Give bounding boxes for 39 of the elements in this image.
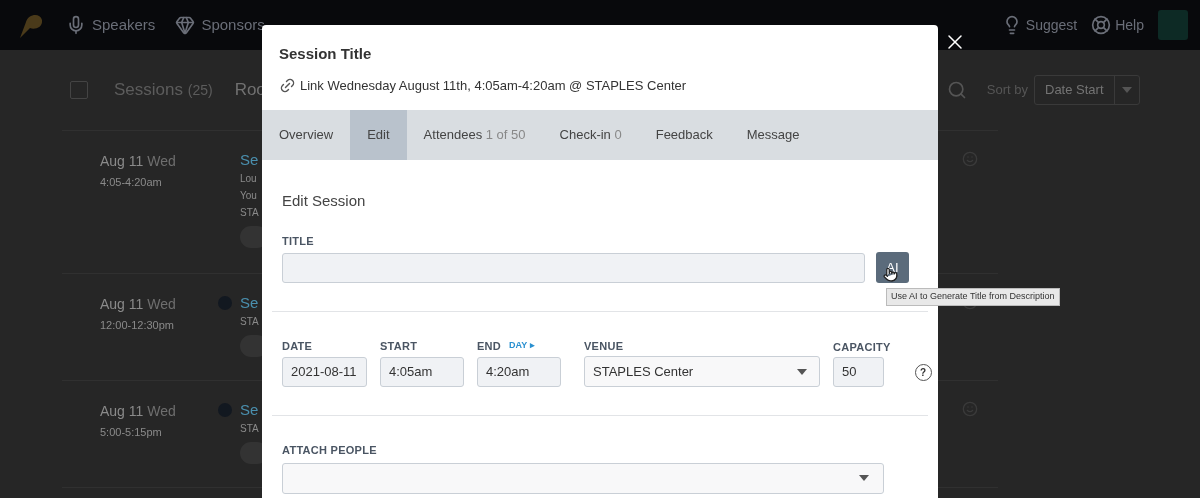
field-label: VENUE — [584, 339, 625, 352]
tab[interactable]: Message — [729, 110, 817, 160]
tab[interactable]: Check-in 0 — [542, 110, 639, 160]
sort-select[interactable]: Date Start — [1034, 75, 1140, 105]
session-detail: STA — [240, 422, 260, 436]
end-input[interactable]: 4:20am — [477, 357, 561, 387]
field-label: END — [477, 338, 502, 354]
capacity-input[interactable]: 50 — [833, 357, 884, 387]
nav-link[interactable]: Sponsors — [175, 13, 265, 37]
start-input[interactable]: 4:05am — [380, 357, 464, 387]
session-detail: You — [240, 189, 258, 203]
nav-link[interactable]: Suggest — [1001, 14, 1078, 36]
nav-link[interactable]: Speakers — [66, 13, 156, 37]
modal-title: Session Title — [279, 44, 373, 64]
session-time: 4:05-4:20am — [100, 175, 163, 190]
tab[interactable]: Feedback — [638, 110, 730, 160]
tooltip: Use AI to Generate Title from Description — [886, 288, 1060, 306]
field-label: CAPACITY — [833, 340, 891, 353]
session-time: 5:00-5:15pm — [100, 425, 163, 440]
day-link[interactable]: DAY ▸ — [509, 339, 535, 353]
tab[interactable]: Edit — [350, 110, 407, 160]
nav-link[interactable]: Help — [1091, 14, 1144, 36]
field-label: START — [380, 338, 418, 354]
field-label: ATTACH PEOPLE — [282, 443, 378, 458]
session-subtitle: Link Wednesday August 11th, 4:05am-4:20am @ STAPLES Center — [300, 76, 687, 95]
session-time: 12:00-12:30pm — [100, 318, 175, 333]
session-date: Aug 11 Wed — [100, 402, 177, 421]
venue-select[interactable]: STAPLES Center — [584, 356, 820, 387]
session-detail: STA — [240, 315, 260, 329]
field-label: TITLE — [282, 233, 315, 249]
session-date: Aug 11 Wed — [100, 152, 177, 171]
session-detail: STA — [240, 206, 260, 220]
date-input[interactable]: 2021-08-11 — [282, 357, 367, 387]
tab[interactable]: Overview — [262, 110, 351, 160]
session-date: Aug 11 Wed — [100, 295, 177, 314]
session-detail: Lou — [240, 172, 258, 186]
tab[interactable]: Attendees 1 of 50 — [406, 110, 543, 160]
section-heading: Edit Session — [282, 191, 367, 211]
field-label: DATE — [282, 338, 313, 354]
